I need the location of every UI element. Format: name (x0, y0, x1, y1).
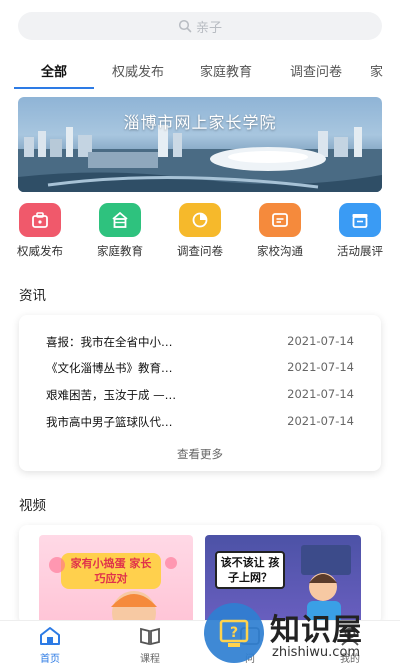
news-item[interactable]: 艰难困苦，玉汝于成 —… 2021-07-14 (46, 387, 354, 407)
tab-more-partial[interactable]: 家 (370, 56, 400, 80)
video-section-title: 视频 (19, 498, 46, 514)
tab-all[interactable]: 全部 (14, 56, 94, 80)
news-date: 2021-07-14 (287, 414, 354, 428)
quick-survey[interactable]: 调查问卷 (160, 200, 240, 259)
quick-label: 权威发布 (17, 244, 63, 258)
nav-courses[interactable]: 课程 (110, 625, 190, 665)
category-tabs: 全部 权威发布 家庭教育 调查问卷 家 (0, 56, 400, 90)
news-card: 喜报：我市在全省中小… 2021-07-14 《文化淄博丛书》教育… 2021-… (19, 315, 381, 471)
tab-survey[interactable]: 调查问卷 (276, 56, 356, 80)
search-icon (178, 19, 192, 33)
quick-actions: 权威发布 家庭教育 调查问卷 家校沟通 活动展评 (0, 200, 400, 260)
quick-label: 活动展评 (337, 244, 383, 258)
search-placeholder: 亲子 (195, 20, 222, 36)
home-icon (38, 625, 62, 647)
watermark-url: zhishiwu.com (272, 645, 361, 660)
news-date: 2021-07-14 (287, 387, 354, 401)
news-date: 2021-07-14 (287, 360, 354, 374)
briefcase-icon (19, 203, 61, 237)
pie-chart-icon (179, 203, 221, 237)
banner[interactable]: 淄博市网上家长学院 (18, 97, 382, 192)
quick-family-education[interactable]: 家庭教育 (80, 200, 160, 259)
svg-text:?: ? (230, 625, 238, 641)
tab-authority-release[interactable]: 权威发布 (98, 56, 178, 80)
news-title: 《文化淄博丛书》教育… (46, 361, 173, 375)
book-icon (138, 625, 162, 647)
news-title: 喜报：我市在全省中小… (46, 335, 173, 349)
nav-home[interactable]: 首页 (10, 625, 90, 665)
quick-home-school[interactable]: 家校沟通 (240, 200, 320, 259)
news-item[interactable]: 我市高中男子篮球队代… 2021-07-14 (46, 414, 354, 434)
view-more-button[interactable]: 查看更多 (19, 446, 381, 462)
nav-label: 首页 (40, 654, 60, 665)
quick-activity-review[interactable]: 活动展评 (320, 200, 400, 259)
video-caption: 该不该让 孩子上网？ (215, 551, 285, 589)
news-title: 艰难困苦，玉汝于成 —… (46, 388, 177, 402)
watermark-text: 知识屋 (270, 613, 363, 648)
quick-label: 家校沟通 (257, 244, 303, 258)
house-icon (99, 203, 141, 237)
quick-authority-release[interactable]: 权威发布 (0, 200, 80, 259)
news-item[interactable]: 喜报：我市在全省中小… 2021-07-14 (46, 334, 354, 354)
quick-label: 调查问卷 (177, 244, 223, 258)
watermark-logo: ? 知识屋 zhishiwu.com (200, 597, 400, 666)
search-bar[interactable]: 亲子 (18, 12, 382, 40)
cartoon-girl-icon (49, 557, 177, 625)
gift-icon (339, 203, 381, 237)
chat-icon (259, 203, 301, 237)
tab-family-education[interactable]: 家庭教育 (186, 56, 266, 80)
news-date: 2021-07-14 (287, 334, 354, 348)
video-thumbnail[interactable]: 家有小捣蛋 家长巧应对 (39, 535, 193, 625)
news-item[interactable]: 《文化淄博丛书》教育… 2021-07-14 (46, 360, 354, 380)
quick-label: 家庭教育 (97, 244, 143, 258)
search-input[interactable]: 亲子 (18, 12, 382, 40)
active-tab-indicator (14, 87, 94, 89)
nav-label: 课程 (140, 654, 160, 665)
news-section-title: 资讯 (19, 288, 46, 304)
news-title: 我市高中男子篮球队代… (46, 415, 173, 429)
banner-title: 淄博市网上家长学院 (123, 113, 277, 132)
